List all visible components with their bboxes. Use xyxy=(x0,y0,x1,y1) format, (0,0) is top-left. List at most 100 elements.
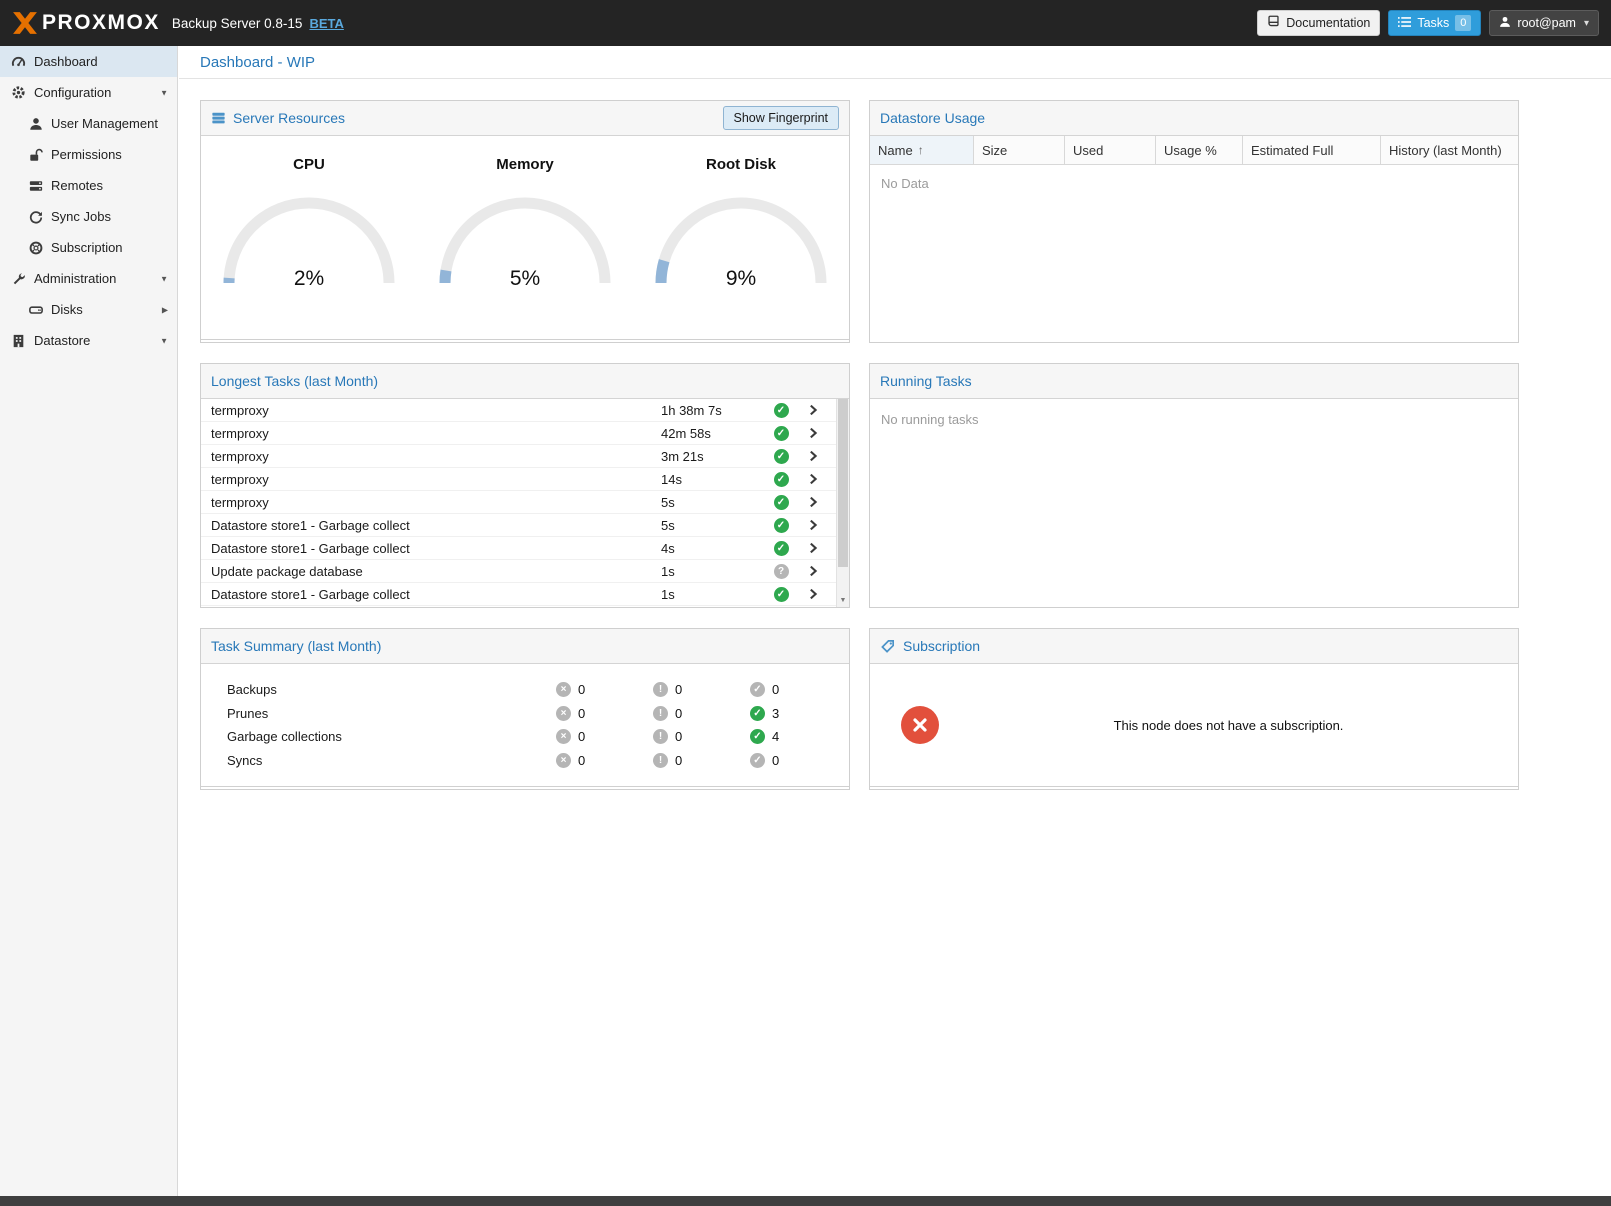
hdd-icon xyxy=(26,303,45,317)
chevron-right-icon[interactable] xyxy=(797,587,829,601)
task-summary-panel: Task Summary (last Month) Backups × 0 ! … xyxy=(200,628,850,790)
longest-tasks-panel: Longest Tasks (last Month) termproxy 1h … xyxy=(200,363,850,608)
running-tasks-panel: Running Tasks No running tasks xyxy=(869,363,1519,608)
task-row[interactable]: termproxy 5s ✓ xyxy=(201,491,836,514)
page-title-bar: Dashboard - WIP xyxy=(179,46,1611,79)
chevron-down-icon[interactable]: ▼ xyxy=(160,274,168,283)
logo-text: PROXMOX xyxy=(42,11,160,35)
sidebar-item-label: User Management xyxy=(51,116,158,131)
sidebar-item-disks[interactable]: Disks ▶ xyxy=(0,294,177,325)
task-row[interactable]: Datastore store1 - Garbage collect 4s ✓ xyxy=(201,537,836,560)
task-duration: 3m 21s xyxy=(661,449,765,464)
panel-title: Subscription xyxy=(903,638,980,654)
scrollbar[interactable]: ▼ xyxy=(836,399,849,607)
task-row[interactable]: Datastore store1 - Garbage collect 1s ✓ xyxy=(201,583,836,606)
chevron-right-icon[interactable] xyxy=(797,495,829,509)
task-row[interactable]: termproxy 42m 58s ✓ xyxy=(201,422,836,445)
task-row[interactable]: Datastore store1 - Garbage collect 5s ✓ xyxy=(201,514,836,537)
panel-title: Longest Tasks (last Month) xyxy=(211,373,378,389)
task-row[interactable]: termproxy 1h 38m 7s ✓ xyxy=(201,399,836,422)
user-label: root@pam xyxy=(1517,16,1576,30)
ok-status-icon: ✓ xyxy=(750,729,765,744)
sidebar-item-dashboard[interactable]: Dashboard xyxy=(0,46,177,77)
user-menu-button[interactable]: root@pam ▾ xyxy=(1489,10,1599,36)
chevron-right-icon[interactable] xyxy=(797,541,829,555)
task-list-icon xyxy=(1398,16,1411,31)
scroll-down-button[interactable]: ▼ xyxy=(837,593,849,607)
column-header-used[interactable]: Used xyxy=(1065,136,1156,164)
sidebar-item-datastore[interactable]: Datastore ▼ xyxy=(0,325,177,356)
task-summary-title-bar: Task Summary (last Month) xyxy=(201,629,849,664)
error-status-icon: × xyxy=(556,682,571,697)
ok-count: 0 xyxy=(772,753,779,768)
chevron-down-icon[interactable]: ▼ xyxy=(160,336,168,345)
column-header-size[interactable]: Size xyxy=(974,136,1065,164)
gauge-chart: 5% xyxy=(430,183,620,294)
app-title: Backup Server 0.8-15 xyxy=(172,16,303,31)
task-name: Datastore store1 - Garbage collect xyxy=(201,587,661,602)
sidebar-item-user-management[interactable]: User Management xyxy=(0,108,177,139)
sidebar-item-label: Permissions xyxy=(51,147,122,162)
longest-tasks-list: termproxy 1h 38m 7s ✓ termproxy 42m 58s … xyxy=(201,399,836,606)
task-name: Datastore store1 - Garbage collect xyxy=(201,518,661,533)
tasks-button[interactable]: Tasks 0 xyxy=(1388,10,1481,36)
ok-count: 4 xyxy=(772,729,779,744)
subscription-title-bar: Subscription xyxy=(870,629,1518,664)
error-count: 0 xyxy=(578,729,585,744)
column-label: Size xyxy=(982,143,1007,158)
sidebar-item-sync-jobs[interactable]: Sync Jobs xyxy=(0,201,177,232)
task-summary-row-backups: Backups × 0 ! 0 ✓ 0 xyxy=(201,678,849,702)
proxmox-x-icon xyxy=(12,10,38,36)
tachometer-icon xyxy=(9,54,28,69)
ok-status-icon: ✓ xyxy=(750,682,765,697)
beta-link[interactable]: BETA xyxy=(309,16,343,31)
scrollbar-thumb[interactable] xyxy=(838,399,848,567)
warning-count: 0 xyxy=(675,753,682,768)
sidebar-nav: Dashboard Configuration ▼ User Managemen… xyxy=(0,46,177,356)
ticket-icon xyxy=(880,639,896,654)
chevron-right-icon[interactable] xyxy=(797,518,829,532)
book-icon xyxy=(1267,15,1280,31)
task-row[interactable]: termproxy 3m 21s ✓ xyxy=(201,445,836,468)
chevron-right-icon[interactable] xyxy=(797,426,829,440)
error-status-icon: × xyxy=(556,753,571,768)
gauge-value: 5% xyxy=(430,267,620,291)
sidebar-item-configuration[interactable]: Configuration ▼ xyxy=(0,77,177,108)
documentation-button[interactable]: Documentation xyxy=(1257,10,1380,36)
datastore-usage-panel: Datastore Usage Name↑SizeUsedUsage %Esti… xyxy=(869,100,1519,343)
sidebar-item-subscription[interactable]: Subscription xyxy=(0,232,177,263)
status-ok-icon: ✓ xyxy=(774,587,789,602)
chevron-down-icon[interactable]: ▼ xyxy=(160,88,168,97)
sidebar-item-administration[interactable]: Administration ▼ xyxy=(0,263,177,294)
status-ok-icon: ✓ xyxy=(774,541,789,556)
error-status-icon: × xyxy=(556,729,571,744)
task-name: termproxy xyxy=(201,472,661,487)
chevron-right-icon[interactable]: ▶ xyxy=(162,305,168,314)
subscription-message: This node does not have a subscription. xyxy=(939,718,1518,733)
column-header-name[interactable]: Name↑ xyxy=(870,136,974,164)
sidebar-item-permissions[interactable]: Permissions xyxy=(0,139,177,170)
panel-title: Server Resources xyxy=(233,110,345,126)
chevron-right-icon[interactable] xyxy=(797,472,829,486)
chevron-right-icon[interactable] xyxy=(797,403,829,417)
sidebar-item-remotes[interactable]: Remotes xyxy=(0,170,177,201)
top-bar: PROXMOX Backup Server 0.8-15 BETA Docume… xyxy=(0,0,1611,46)
chevron-right-icon[interactable] xyxy=(797,564,829,578)
task-row[interactable]: Update package database 1s ? xyxy=(201,560,836,583)
column-header-estimated-full[interactable]: Estimated Full xyxy=(1243,136,1381,164)
column-header-usage[interactable]: Usage % xyxy=(1156,136,1243,164)
chevron-right-icon[interactable] xyxy=(797,449,829,463)
ok-count: 0 xyxy=(772,682,779,697)
column-header-history-last-month[interactable]: History (last Month) xyxy=(1381,136,1518,164)
task-name: Datastore store1 - Garbage collect xyxy=(201,541,661,556)
subscription-panel: Subscription This node does not have a s… xyxy=(869,628,1519,790)
warning-count: 0 xyxy=(675,682,682,697)
sidebar-item-label: Administration xyxy=(34,271,116,286)
unlock-icon xyxy=(26,148,45,162)
main-content: Dashboard - WIP Server Resources Show Fi… xyxy=(179,46,1611,1196)
status-ok-icon: ✓ xyxy=(774,472,789,487)
task-row[interactable]: termproxy 14s ✓ xyxy=(201,468,836,491)
show-fingerprint-button[interactable]: Show Fingerprint xyxy=(723,106,840,130)
task-duration: 14s xyxy=(661,472,765,487)
documentation-label: Documentation xyxy=(1286,16,1370,30)
